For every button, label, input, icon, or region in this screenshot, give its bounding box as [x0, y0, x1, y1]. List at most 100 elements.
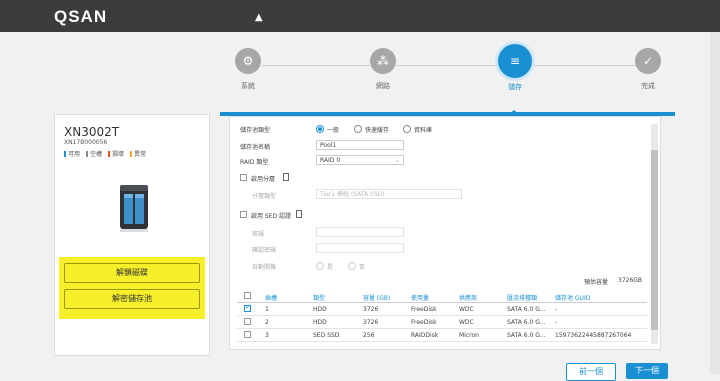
pool-type-option: 快速緩存: [365, 127, 390, 134]
table-cell: Micron: [459, 332, 479, 339]
table-cell: SATA 6.0 G...: [507, 306, 546, 313]
column-header[interactable]: 類型: [313, 293, 325, 302]
table-cell: FreeDisk: [411, 306, 437, 313]
step-system: ⚙ 系統: [218, 32, 278, 91]
pool-name-input[interactable]: Pool1: [316, 140, 404, 150]
decrypt-pool-button[interactable]: 解密儲存池: [64, 289, 200, 309]
table-cell: -: [555, 306, 558, 313]
legend-item: 損壞: [108, 149, 124, 158]
pool-type-option: 資料庫: [414, 127, 433, 134]
scrollbar-thumb[interactable]: [651, 150, 658, 330]
column-header[interactable]: 容量 (GB): [363, 293, 390, 302]
sed-auto-label: 自動開機: [252, 264, 277, 271]
sed-auto-radio-yes[interactable]: [316, 262, 324, 270]
row-checkbox[interactable]: [244, 318, 251, 325]
legend-item: 可用: [64, 149, 80, 158]
panel-scrollbar[interactable]: [651, 124, 658, 344]
enable-sed-checkbox[interactable]: [240, 211, 247, 218]
top-bar: QSAN ▲: [0, 0, 720, 32]
column-header[interactable]: 儲存池 GUID: [555, 293, 590, 302]
table-cell: WDC: [459, 306, 474, 313]
pool-type-option: 一般: [327, 127, 340, 134]
sed-auto-radio-no[interactable]: [348, 262, 356, 270]
table-cell: -: [555, 319, 558, 326]
step-label: 完成: [641, 82, 655, 90]
table-cell: SATA 6.0 G...: [507, 319, 546, 326]
table-row[interactable]: 2 HDD 3726 FreeDisk WDC SATA 6.0 G... -: [237, 316, 647, 329]
table-cell: 15973622445887267064: [555, 332, 632, 339]
step-label: 儲存: [508, 83, 522, 91]
mouse-cursor-icon: ▲: [255, 12, 263, 23]
gear-icon: ⚙: [235, 48, 261, 74]
step-finish: ✓ 完成: [618, 32, 678, 91]
tier-type-label: 分層類型: [252, 193, 277, 200]
capacity-label: 預估容量: [584, 279, 609, 286]
row-checkbox[interactable]: [244, 303, 251, 312]
unlock-disk-button[interactable]: 解鎖磁碟: [64, 263, 200, 283]
pool-type-radio-normal[interactable]: [316, 125, 324, 133]
table-cell: 1: [265, 306, 269, 313]
column-header[interactable]: 插槽: [265, 293, 277, 302]
table-cell: WDC: [459, 319, 474, 326]
raid-type-label: RAID 類型: [240, 159, 269, 166]
row-checkbox[interactable]: [244, 331, 251, 338]
wizard-steps: ⚙ 系統 ⁂ 網路 ≡ 儲存 ✓ 完成: [0, 32, 720, 112]
document-icon[interactable]: [283, 173, 289, 181]
device-serial: XN17B000056: [64, 139, 108, 146]
step-label: 系統: [241, 82, 255, 90]
disk-status-legend: 可用 空槽 損壞 異常: [64, 149, 146, 158]
enable-tier-label: 啟用分層: [251, 176, 276, 183]
pool-name-label: 儲存池名稱: [240, 144, 271, 151]
capacity-value: 3726GB: [618, 277, 643, 284]
table-cell: 3: [265, 332, 269, 339]
sed-confirm-input[interactable]: [316, 243, 404, 253]
table-row[interactable]: 1 HDD 3726 FreeDisk WDC SATA 6.0 G... -: [237, 303, 647, 316]
nas-device-image: [120, 185, 148, 232]
pool-type-radio-db[interactable]: [403, 125, 411, 133]
table-header: 插槽 類型 容量 (GB) 使用量 供應商 匯流排種類 儲存池 GUID: [237, 290, 647, 303]
pool-type-label: 儲存池類型: [240, 127, 271, 134]
select-all-checkbox[interactable]: [244, 292, 251, 299]
table-cell: HDD: [313, 306, 327, 313]
table-cell: RAIDDisk: [411, 332, 439, 339]
check-icon: ✓: [635, 48, 661, 74]
network-icon: ⁂: [370, 48, 396, 74]
database-icon: ≡: [498, 44, 532, 78]
device-card: XN3002T XN17B000056 可用 空槽 損壞 異常 解鎖磁碟 解密儲…: [54, 114, 210, 356]
chevron-down-icon: ⌄: [394, 157, 400, 164]
tier-type-select[interactable]: Tier1 模組 (SATA SSD): [316, 189, 462, 199]
table-cell: SATA 6.0 G...: [507, 332, 546, 339]
sed-auto-option: 否: [359, 264, 366, 271]
next-button[interactable]: 下一個: [626, 363, 668, 379]
raid-type-select[interactable]: RAID 0 ⌄: [316, 155, 404, 165]
qsan-logo: QSAN: [54, 7, 108, 26]
table-cell: FreeDisk: [411, 319, 437, 326]
raid-type-value: RAID 0: [320, 157, 341, 164]
previous-button[interactable]: 前一個: [566, 363, 616, 381]
table-cell: SED SSD: [313, 332, 340, 339]
table-cell: 2: [265, 319, 269, 326]
sed-password-input[interactable]: [316, 227, 404, 237]
step-label: 網路: [376, 82, 390, 90]
enable-tier-checkbox[interactable]: [240, 174, 247, 181]
table-row[interactable]: 3 SED SSD 256 RAIDDisk Micron SATA 6.0 G…: [237, 329, 647, 342]
decrypt-actions-highlight: 解鎖磁碟 解密儲存池: [59, 257, 205, 319]
sed-auto-option: 是: [327, 264, 334, 271]
table-cell: HDD: [313, 319, 327, 326]
column-header[interactable]: 匯流排種類: [507, 293, 537, 302]
table-cell: 3726: [363, 306, 379, 313]
document-icon[interactable]: [296, 210, 302, 218]
step-storage: ≡ 儲存: [485, 32, 545, 92]
column-header[interactable]: 供應商: [459, 293, 477, 302]
sed-password-label: 密碼: [252, 231, 265, 238]
legend-item: 空槽: [86, 149, 102, 158]
enable-sed-label: 啟用 SED 認證: [251, 213, 292, 220]
pool-type-radio-cache[interactable]: [354, 125, 362, 133]
table-cell: 256: [363, 332, 375, 339]
device-name: XN3002T: [64, 125, 120, 139]
sed-confirm-label: 確認密碼: [252, 247, 277, 254]
step-network: ⁂ 網路: [353, 32, 413, 91]
column-header[interactable]: 使用量: [411, 293, 429, 302]
legend-item: 異常: [130, 149, 146, 158]
table-cell: 3726: [363, 319, 379, 326]
